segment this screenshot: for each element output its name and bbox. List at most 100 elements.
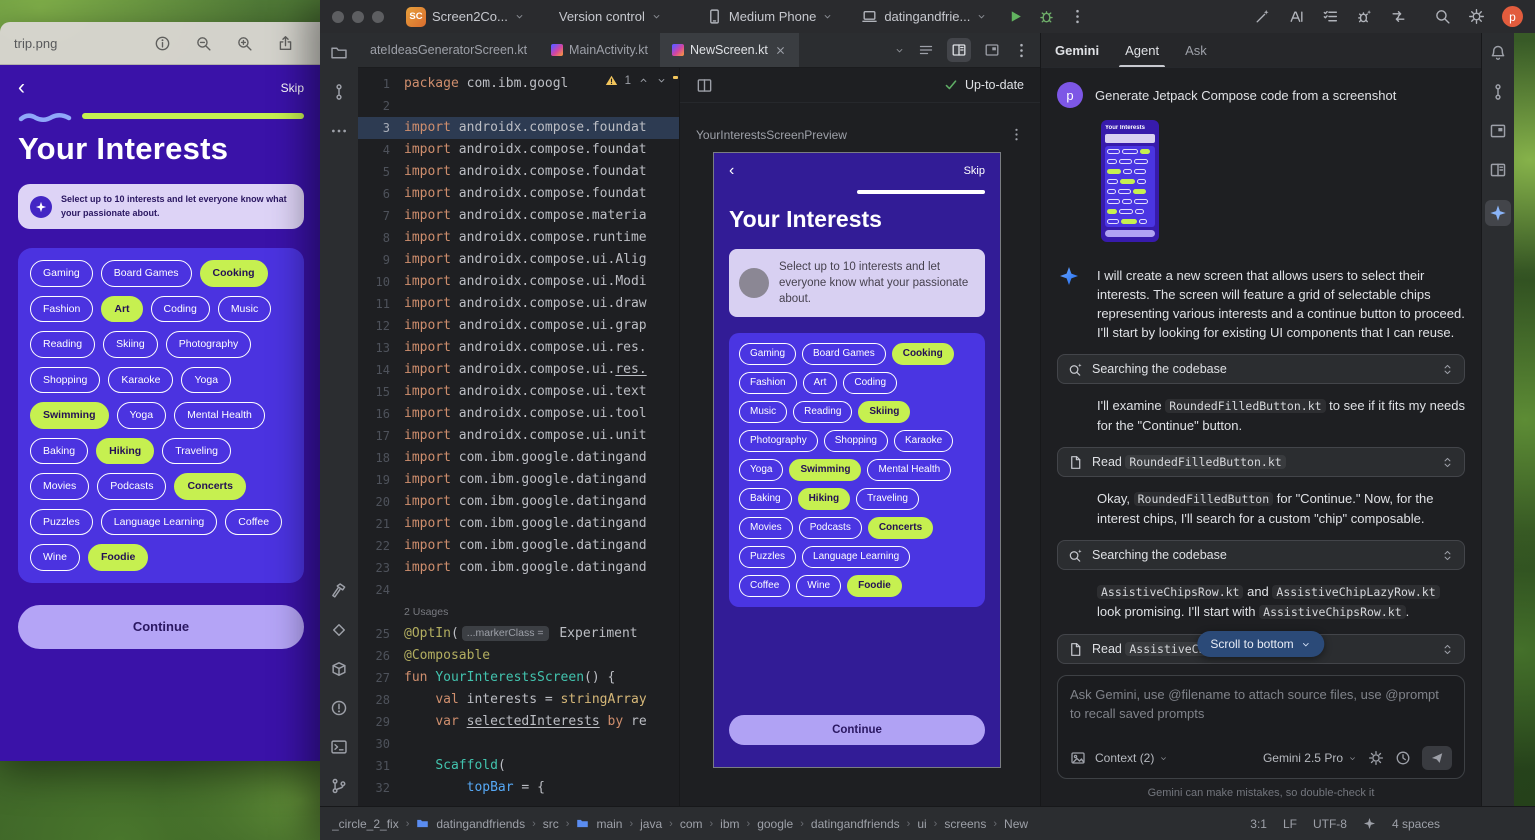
line-separator-widget[interactable]: LF	[1283, 817, 1297, 831]
breadcrumb-item-_circle_2_fix[interactable]: _circle_2_fix	[332, 817, 399, 831]
layout-inspector-icon[interactable]	[1489, 122, 1507, 140]
code-line-11[interactable]: 11import androidx.compose.ui.draw	[358, 293, 679, 315]
caret-position-widget[interactable]: 3:1	[1250, 817, 1267, 831]
send-button[interactable]	[1422, 746, 1452, 770]
problems-tool-icon[interactable]	[330, 699, 348, 717]
expand-icon[interactable]	[1441, 456, 1454, 469]
breadcrumb-item-screens[interactable]: screens	[944, 817, 986, 831]
gemini-settings-icon[interactable]	[1368, 750, 1384, 766]
vcs-widget[interactable]: Version control	[555, 6, 666, 27]
expand-icon[interactable]	[1441, 643, 1454, 656]
breadcrumb-item-com[interactable]: com	[680, 817, 703, 831]
code-line-6[interactable]: 6import androidx.compose.foundat	[358, 183, 679, 205]
editor-options-icon[interactable]	[1013, 42, 1030, 59]
gemini-input-box[interactable]: Context (2) Gemini 2.5 Pro	[1057, 675, 1465, 779]
preview-options-icon[interactable]	[1009, 127, 1024, 142]
split-pane-icon[interactable]	[696, 77, 713, 94]
breadcrumb-item-main[interactable]: main	[596, 817, 622, 831]
more-tool-windows-icon[interactable]	[330, 122, 348, 140]
code-line-19[interactable]: 19import com.ibm.google.datingand	[358, 469, 679, 491]
code-line-4[interactable]: 4import androidx.compose.foundat	[358, 139, 679, 161]
code-line-31[interactable]: 31 Scaffold(	[358, 755, 679, 777]
code-line-14[interactable]: 14import androidx.compose.ui.res.	[358, 359, 679, 381]
next-issue-icon[interactable]	[656, 75, 667, 86]
editor-tab-ateideasgeneratorscreen-kt[interactable]: ateIdeasGeneratorScreen.kt	[358, 33, 539, 67]
text-tool-icon[interactable]	[1288, 8, 1305, 25]
notifications-icon[interactable]	[1489, 44, 1507, 62]
breadcrumb-item-google[interactable]: google	[757, 817, 793, 831]
tool-call-row[interactable]: Searching the codebase	[1057, 540, 1465, 570]
close-tab-icon[interactable]	[774, 44, 787, 57]
breadcrumb-item-ui[interactable]: ui	[917, 817, 926, 831]
run-button[interactable]	[1007, 8, 1024, 25]
code-line-8[interactable]: 8import androidx.compose.runtime	[358, 227, 679, 249]
structure-tool-icon[interactable]	[330, 621, 348, 639]
search-everywhere-icon[interactable]	[1434, 8, 1451, 25]
code-line-30[interactable]: 30	[358, 733, 679, 755]
version-control-tool-icon[interactable]	[330, 777, 348, 795]
code-line-21[interactable]: 21import com.ibm.google.datingand	[358, 513, 679, 535]
code-line-15[interactable]: 15import androidx.compose.ui.text	[358, 381, 679, 403]
code-line-29[interactable]: 29 var selectedInterests by re	[358, 711, 679, 733]
preview-view-icon[interactable]	[980, 38, 1004, 62]
zoom-out-icon[interactable]	[195, 35, 212, 52]
gemini-tool-icon[interactable]	[1485, 200, 1511, 226]
build-tool-icon[interactable]	[330, 582, 348, 600]
code-line-12[interactable]: 12import androidx.compose.ui.grap	[358, 315, 679, 337]
commit-tool-icon[interactable]	[330, 83, 348, 101]
code-view-icon[interactable]	[914, 38, 938, 62]
expand-icon[interactable]	[1441, 549, 1454, 562]
breadcrumb[interactable]: _circle_2_fix›datingandfriends›src›main›…	[332, 817, 1250, 831]
code-line-2[interactable]: 2	[358, 95, 679, 117]
checklist-tool-icon[interactable]	[1322, 8, 1339, 25]
code-line-20[interactable]: 20import com.ibm.google.datingand	[358, 491, 679, 513]
history-icon[interactable]	[1395, 750, 1411, 766]
code-line-28[interactable]: 28 val interests = stringArray	[358, 689, 679, 711]
device-selector[interactable]: Medium Phone	[702, 5, 837, 28]
breadcrumb-item-datingandfriends[interactable]: datingandfriends	[436, 817, 525, 831]
expand-icon[interactable]	[1441, 363, 1454, 376]
code-line-7[interactable]: 7import androidx.compose.materia	[358, 205, 679, 227]
model-selector[interactable]: Gemini 2.5 Pro	[1263, 751, 1357, 765]
bug-report-icon[interactable]	[1356, 8, 1373, 25]
code-line-22[interactable]: 22import com.ibm.google.datingand	[358, 535, 679, 557]
encoding-widget[interactable]: UTF-8	[1313, 817, 1347, 831]
screenshot-thumbnail[interactable]: Your Interests	[1101, 120, 1159, 242]
code-line-16[interactable]: 16import androidx.compose.ui.tool	[358, 403, 679, 425]
code-line-25[interactable]: 25@OptIn(...markerClass = Experiment	[358, 623, 679, 645]
device-manager-icon[interactable]	[1489, 83, 1507, 101]
usages-hint[interactable]: 2 Usages	[358, 601, 679, 623]
info-icon[interactable]	[154, 35, 171, 52]
dependencies-tool-icon[interactable]	[330, 660, 348, 678]
code-line-32[interactable]: 32 topBar = {	[358, 777, 679, 799]
breadcrumb-item-ibm[interactable]: ibm	[720, 817, 739, 831]
code-line-26[interactable]: 26@Composable	[358, 645, 679, 667]
editor-tab-mainactivity-kt[interactable]: MainActivity.kt	[539, 33, 660, 67]
user-avatar[interactable]: p	[1502, 6, 1523, 27]
indent-widget[interactable]: 4 spaces	[1392, 817, 1440, 831]
code-line-13[interactable]: 13import androidx.compose.ui.res.	[358, 337, 679, 359]
inspections-widget[interactable]: 1	[601, 74, 671, 87]
code-line-17[interactable]: 17import androidx.compose.ui.unit	[358, 425, 679, 447]
code-line-10[interactable]: 10import androidx.compose.ui.Modi	[358, 271, 679, 293]
zoom-in-icon[interactable]	[236, 35, 253, 52]
wand-tool-icon[interactable]	[1254, 8, 1271, 25]
minimize-window-button[interactable]	[352, 11, 364, 23]
debug-button[interactable]	[1038, 8, 1055, 25]
split-view-icon[interactable]	[947, 38, 971, 62]
code-line-3[interactable]: 3import androidx.compose.foundat	[358, 117, 679, 139]
tab-ask[interactable]: Ask	[1185, 43, 1207, 67]
breadcrumb-item-new[interactable]: New	[1004, 817, 1028, 831]
scroll-to-bottom-button[interactable]: Scroll to bottom	[1197, 631, 1324, 657]
editor-tab-newscreen-kt[interactable]: NewScreen.kt	[660, 33, 799, 67]
close-window-button[interactable]	[332, 11, 344, 23]
code-line-23[interactable]: 23import com.ibm.google.datingand	[358, 557, 679, 579]
code-line-5[interactable]: 5import androidx.compose.foundat	[358, 161, 679, 183]
code-editor[interactable]: 1package com.ibm.googl23import androidx.…	[358, 68, 680, 806]
code-line-27[interactable]: 27fun YourInterestsScreen() {	[358, 667, 679, 689]
run-configuration-selector[interactable]: datingandfrie...	[857, 5, 991, 28]
share-icon[interactable]	[277, 35, 294, 52]
prev-issue-icon[interactable]	[638, 75, 649, 86]
tool-call-row[interactable]: Searching the codebase	[1057, 354, 1465, 384]
project-selector[interactable]: SC Screen2Co...	[402, 4, 529, 30]
